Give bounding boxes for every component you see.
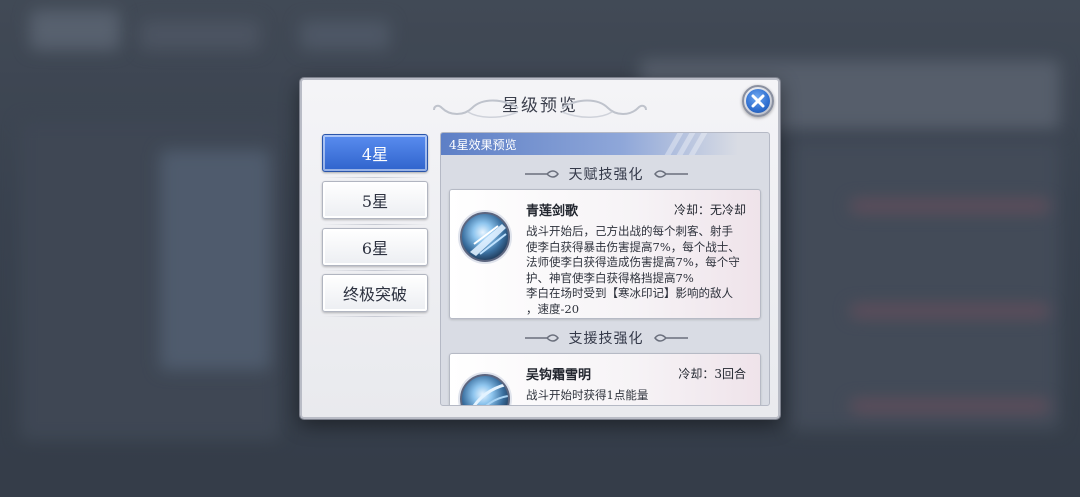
wing-ornament-left-icon bbox=[524, 170, 559, 178]
section-title-talent: 天赋技强化 bbox=[441, 163, 769, 185]
desc-line: 战斗开始后，己方出战的每个刺客、射手 bbox=[526, 224, 733, 238]
desc-line: 战斗开始时获得1点能量 bbox=[526, 388, 649, 402]
skill-name: 青莲剑歌 bbox=[526, 204, 579, 219]
skill-icon-qinglian bbox=[460, 212, 510, 262]
title-ornament-left bbox=[433, 99, 519, 118]
panel-header: 4星效果预览 bbox=[441, 133, 769, 155]
desc-line: 使李白获得暴击伤害提高7%，每个战士、 bbox=[526, 239, 740, 254]
panel-header-title: 4星效果预览 bbox=[449, 138, 517, 152]
close-button[interactable] bbox=[742, 85, 774, 117]
tab-divider bbox=[322, 224, 428, 225]
skill-description: 战斗开始时获得1点能量 bbox=[526, 388, 756, 404]
dialog-header: 星级预览 bbox=[432, 86, 648, 120]
skill-card-support: 吴钩霜雪明 冷却：3回合 战斗开始时获得1点能量 bbox=[449, 353, 761, 405]
tab-divider bbox=[322, 316, 428, 317]
title-ornament-right bbox=[561, 99, 647, 118]
skill-description: 战斗开始后，己方出战的每个刺客、射手 使李白获得暴击伤害提高7%，每个战士、 法… bbox=[526, 224, 756, 317]
tab-6-star[interactable]: 6星 bbox=[322, 228, 428, 266]
tab-divider bbox=[322, 270, 428, 271]
section-title-text: 天赋技强化 bbox=[568, 167, 644, 183]
skill-cooldown: 冷却：无冷却 bbox=[673, 203, 746, 217]
skill-icon-wugou bbox=[460, 374, 510, 405]
tab-label: 终极突破 bbox=[342, 285, 407, 304]
tab-ultimate-breakthrough[interactable]: 终极突破 bbox=[322, 274, 428, 312]
tab-5-star[interactable]: 5星 bbox=[322, 181, 428, 219]
desc-line: 法师使李白获得造成伤害提高7%，每个守 bbox=[526, 255, 740, 269]
tab-divider bbox=[322, 177, 428, 178]
wing-ornament-right-icon bbox=[653, 170, 688, 178]
desc-line: 李白在场时受到【寒冰印记】影响的敌人 bbox=[526, 286, 733, 300]
skill-card-talent: 青莲剑歌 冷却：无冷却 战斗开始后，己方出战的每个刺客、射手 使李白获得暴击伤害… bbox=[449, 189, 761, 319]
section-title-text: 支援技强化 bbox=[568, 331, 644, 347]
preview-panel[interactable]: 4星效果预览 天赋技强化 青莲剑歌 冷却：无冷却 战斗开始后，己方出战的每个刺客… bbox=[440, 132, 770, 406]
wing-ornament-left-icon bbox=[524, 334, 559, 342]
section-title-support: 支援技强化 bbox=[441, 327, 769, 349]
skill-cooldown: 冷却：3回合 bbox=[678, 367, 746, 381]
tab-label: 6星 bbox=[361, 239, 389, 258]
desc-line: 护、神官使李白获得格挡提高7% bbox=[526, 270, 694, 285]
tab-4-star[interactable]: 4星 bbox=[322, 134, 428, 172]
desc-line: ，速度-20 bbox=[526, 301, 580, 316]
star-preview-dialog: 星级预览 4星 5星 6星 终极突破 4星效果预览 天赋技强化 青莲剑歌 冷却：… bbox=[300, 78, 780, 419]
wing-ornament-right-icon bbox=[653, 334, 688, 342]
close-icon bbox=[746, 89, 770, 113]
skill-name: 吴钩霜雪明 bbox=[526, 368, 592, 383]
tab-label: 5星 bbox=[361, 192, 389, 211]
tab-label: 4星 bbox=[361, 145, 389, 164]
